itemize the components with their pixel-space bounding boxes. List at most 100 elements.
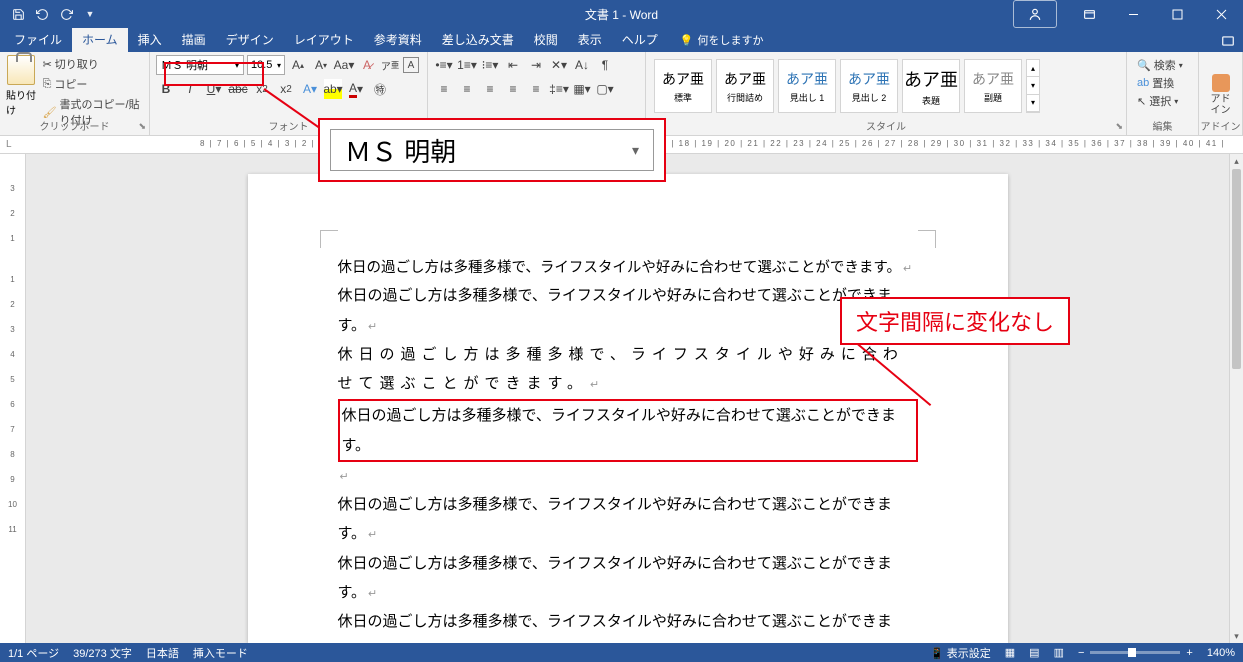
paste-button[interactable]: 貼り付け: [6, 55, 37, 117]
style-normal[interactable]: あア亜標準: [654, 59, 712, 113]
dialog-launcher-icon[interactable]: ⬊: [138, 121, 146, 132]
align-center-button[interactable]: ≡: [457, 79, 477, 99]
undo-icon[interactable]: [34, 6, 50, 22]
font-color-button[interactable]: A▾: [346, 79, 366, 99]
styles-expand-icon[interactable]: ▾: [1027, 95, 1039, 112]
phonetic-guide-button[interactable]: ア亜: [380, 55, 400, 75]
enclose-char-button[interactable]: ㊕: [370, 79, 390, 99]
style-title[interactable]: あア亜表題: [902, 59, 960, 113]
numbering-button[interactable]: 1≡▾: [457, 55, 477, 75]
distribute-button[interactable]: ≡: [526, 79, 546, 99]
tell-me-search[interactable]: 💡 何をしますか: [680, 32, 764, 52]
replace-button[interactable]: ab置換: [1137, 75, 1188, 91]
tab-draw[interactable]: 描画: [172, 27, 216, 52]
decrease-indent-button[interactable]: ⇤: [503, 55, 523, 75]
page-scroll[interactable]: 休日の過ごし方は多種多様で、ライフスタイルや好みに合わせて選ぶことができます。↵…: [26, 154, 1229, 643]
account-icon[interactable]: [1013, 0, 1057, 28]
document-line[interactable]: 休日の過ごし方は多種多様で、ライフスタイルや好みに合わせて選ぶことができます。↵: [338, 399, 918, 491]
strikethrough-button[interactable]: abc: [228, 79, 248, 99]
document-line[interactable]: 休日の過ごし方は多種多様で、ライフスタイルや好みに合わせて選ぶことができます。↵: [338, 254, 918, 282]
line-spacing-button[interactable]: ‡≡▾: [549, 79, 569, 99]
display-settings[interactable]: 📱 表示設定: [930, 645, 991, 661]
show-marks-button[interactable]: ¶: [595, 55, 615, 75]
style-heading1[interactable]: あア亜見出し 1: [778, 59, 836, 113]
justify-button[interactable]: ≡: [503, 79, 523, 99]
tab-layout[interactable]: レイアウト: [284, 27, 364, 52]
char-border-button[interactable]: A: [403, 57, 419, 73]
shading-button[interactable]: ▦▾: [572, 79, 592, 99]
copy-button[interactable]: ⎘コピー: [41, 75, 143, 93]
grow-font-button[interactable]: A▴: [288, 55, 308, 75]
select-button[interactable]: ↖選択▾: [1137, 93, 1188, 109]
view-web-layout-icon[interactable]: ▥: [1054, 646, 1064, 659]
save-icon[interactable]: [10, 6, 26, 22]
document-line[interactable]: 休日の過ごし方は多種多様で、ライフスタイルや好みに合わせて選ぶことができます。↵: [338, 491, 918, 550]
document-line[interactable]: 休日の過ごし方は多種多様で、ライフスタイルや好みに合わせて選ぶことができます。↵: [338, 550, 918, 609]
subscript-button[interactable]: x2: [252, 79, 272, 99]
borders-button[interactable]: ▢▾: [595, 79, 615, 99]
view-print-layout-icon[interactable]: ▦: [1005, 646, 1015, 659]
align-left-button[interactable]: ≡: [434, 79, 454, 99]
zoom-out-icon[interactable]: −: [1078, 647, 1084, 659]
find-button[interactable]: 🔍検索▾: [1137, 57, 1188, 73]
qat-customize-icon[interactable]: ▼: [82, 6, 98, 22]
tab-home[interactable]: ホーム: [72, 27, 128, 52]
dialog-launcher-icon[interactable]: ⬊: [1115, 121, 1123, 132]
status-insert-mode[interactable]: 挿入モード: [193, 645, 248, 661]
document-page[interactable]: 休日の過ごし方は多種多様で、ライフスタイルや好みに合わせて選ぶことができます。↵…: [248, 174, 1008, 643]
status-language[interactable]: 日本語: [146, 645, 179, 661]
style-heading2[interactable]: あア亜見出し 2: [840, 59, 898, 113]
tab-view[interactable]: 表示: [568, 27, 612, 52]
tab-design[interactable]: デザイン: [216, 27, 284, 52]
change-case-button[interactable]: Aa▾: [334, 55, 354, 75]
status-word-count[interactable]: 39/273 文字: [73, 645, 132, 661]
tab-references[interactable]: 参考資料: [364, 27, 432, 52]
italic-button[interactable]: I: [180, 79, 200, 99]
zoom-level[interactable]: 140%: [1207, 647, 1235, 659]
clear-formatting-button[interactable]: A̷: [357, 55, 377, 75]
scroll-up-icon[interactable]: ▴: [1230, 154, 1243, 168]
scroll-down-icon[interactable]: ▾: [1230, 629, 1243, 643]
cut-button[interactable]: ✂切り取り: [41, 55, 143, 73]
zoom-slider[interactable]: − +: [1078, 647, 1193, 659]
scroll-thumb[interactable]: [1232, 169, 1241, 369]
align-right-button[interactable]: ≡: [480, 79, 500, 99]
bullets-button[interactable]: •≡▾: [434, 55, 454, 75]
bold-button[interactable]: B: [156, 79, 176, 99]
tab-mailings[interactable]: 差し込み文書: [432, 27, 524, 52]
superscript-button[interactable]: x2: [276, 79, 296, 99]
status-page[interactable]: 1/1 ページ: [8, 645, 59, 661]
zoom-in-icon[interactable]: +: [1186, 647, 1192, 659]
document-line[interactable]: 休日の過ごし方は多種多様で、ライフスタイルや好みに合わせて選ぶことができます。↵: [338, 282, 918, 341]
tab-file[interactable]: ファイル: [4, 27, 72, 52]
tab-help[interactable]: ヘルプ: [612, 27, 668, 52]
share-button[interactable]: [1221, 34, 1235, 52]
scroll-down-icon[interactable]: ▾: [1027, 77, 1039, 94]
font-size-combobox[interactable]: 10.5▾: [247, 55, 285, 75]
tab-selector[interactable]: L: [6, 139, 12, 150]
asian-layout-button[interactable]: ✕▾: [549, 55, 569, 75]
vertical-ruler[interactable]: 3211234567891011: [0, 154, 26, 643]
font-name-combobox[interactable]: ＭＳ 明朝▾: [156, 55, 244, 75]
minimize-button[interactable]: [1111, 0, 1155, 28]
scroll-up-icon[interactable]: ▴: [1027, 60, 1039, 77]
multilevel-list-button[interactable]: ⁝≡▾: [480, 55, 500, 75]
vertical-scrollbar[interactable]: ▴ ▾: [1229, 154, 1243, 643]
document-line[interactable]: 休日の過ごし方は多種多様で、ライフスタイルや好みに合わせて選ぶことができます。↵: [338, 341, 918, 400]
underline-button[interactable]: U▾: [204, 79, 224, 99]
view-read-mode-icon[interactable]: ▤: [1029, 646, 1039, 659]
highlight-button[interactable]: ab▾: [324, 79, 342, 99]
document-line[interactable]: 休日の過ごし方は多種多様で、ライフスタイルや好みに合わせて選ぶことができます。↵: [338, 608, 918, 643]
style-subtitle[interactable]: あア亜副題: [964, 59, 1022, 113]
close-button[interactable]: [1199, 0, 1243, 28]
text-effects-button[interactable]: A▾: [300, 79, 320, 99]
shrink-font-button[interactable]: A▾: [311, 55, 331, 75]
tab-review[interactable]: 校閲: [524, 27, 568, 52]
addins-button[interactable]: アド イン: [1211, 74, 1231, 116]
redo-icon[interactable]: [58, 6, 74, 22]
tab-insert[interactable]: 挿入: [128, 27, 172, 52]
style-no-spacing[interactable]: あア亜行間詰め: [716, 59, 774, 113]
increase-indent-button[interactable]: ⇥: [526, 55, 546, 75]
sort-button[interactable]: A↓: [572, 55, 592, 75]
maximize-button[interactable]: [1155, 0, 1199, 28]
